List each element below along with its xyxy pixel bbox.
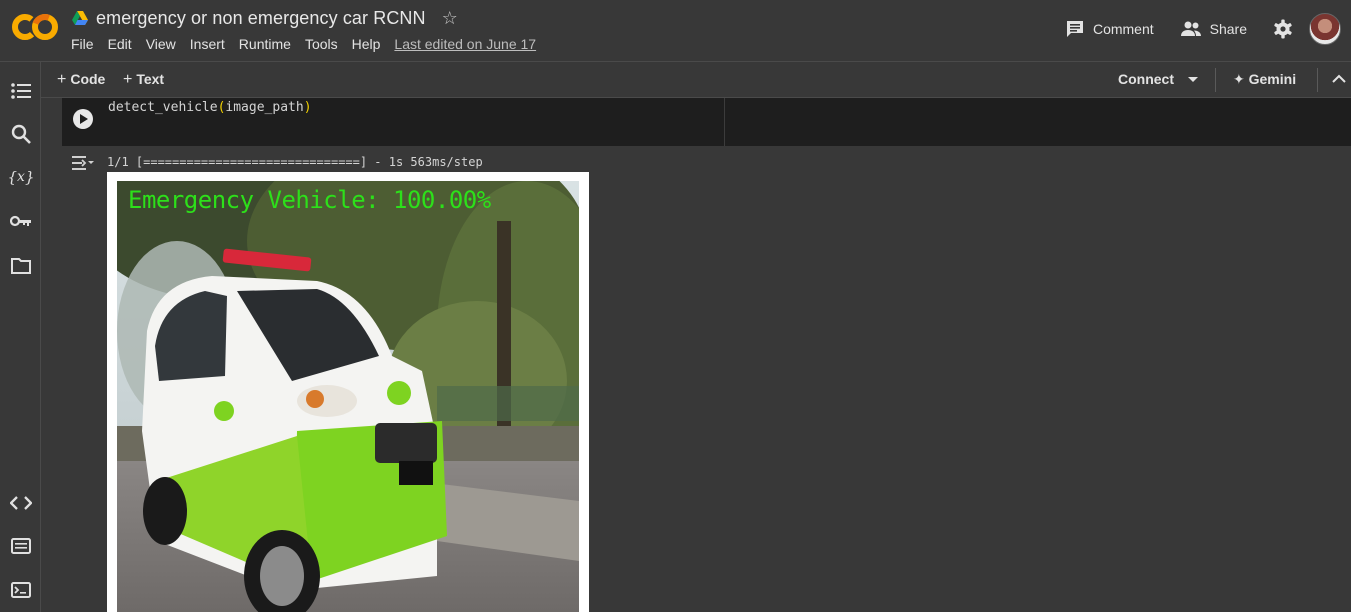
menu-file[interactable]: File <box>71 36 94 52</box>
colab-logo-icon[interactable] <box>12 11 58 43</box>
add-text-button[interactable]: + Text <box>123 71 164 89</box>
toolbar-divider <box>1317 68 1318 92</box>
code-paren-close: ) <box>303 100 312 115</box>
menu-view[interactable]: View <box>146 36 176 52</box>
toolbar-divider <box>1215 68 1216 92</box>
share-button[interactable]: Share <box>1180 20 1247 38</box>
add-code-label: Code <box>70 71 106 87</box>
files-folder-icon[interactable] <box>10 255 32 277</box>
notebook-toolbar: + Code + Text Connect ✦ Gemini <box>41 62 1351 98</box>
add-text-label: Text <box>136 71 165 87</box>
settings-gear-icon[interactable] <box>1273 19 1293 39</box>
menu-runtime[interactable]: Runtime <box>239 36 291 52</box>
chevron-up-icon[interactable] <box>1332 74 1346 83</box>
menu-edit[interactable]: Edit <box>108 36 132 52</box>
search-icon[interactable] <box>10 123 32 145</box>
user-avatar[interactable] <box>1309 13 1341 45</box>
add-code-button[interactable]: + Code <box>57 71 105 89</box>
ambulance-photo <box>117 181 579 612</box>
comment-label: Comment <box>1092 21 1154 37</box>
run-cell-button[interactable] <box>73 109 93 129</box>
star-icon[interactable]: ☆ <box>442 8 458 29</box>
notebook-title[interactable]: emergency or non emergency car RCNN <box>96 8 426 29</box>
menu-tools[interactable]: Tools <box>305 36 338 52</box>
secrets-key-icon[interactable] <box>10 210 32 232</box>
people-icon <box>1180 21 1201 36</box>
table-of-contents-icon[interactable] <box>10 80 32 102</box>
top-header: emergency or non emergency car RCNN ☆ Fi… <box>0 0 1351 62</box>
menu-insert[interactable]: Insert <box>190 36 225 52</box>
gemini-button[interactable]: ✦ Gemini <box>1233 71 1296 88</box>
menu-help[interactable]: Help <box>352 36 381 52</box>
prediction-label: Emergency Vehicle: 100.00% <box>128 186 491 214</box>
plus-icon: + <box>57 71 67 88</box>
code-snippets-icon[interactable] <box>10 492 32 514</box>
command-palette-icon[interactable] <box>10 535 32 557</box>
variables-icon[interactable]: {𝑥} <box>8 166 35 188</box>
comment-icon <box>1066 21 1083 37</box>
plus-icon: + <box>123 71 133 88</box>
gemini-label: Gemini <box>1248 71 1297 87</box>
terminal-icon[interactable] <box>10 579 32 601</box>
share-label: Share <box>1209 21 1247 37</box>
code-editor[interactable]: detect_vehicle(image_path) <box>108 100 312 115</box>
comment-button[interactable]: Comment <box>1065 19 1154 39</box>
cell-divider <box>724 98 725 146</box>
code-cell[interactable]: detect_vehicle(image_path) <box>62 98 1351 146</box>
connect-dropdown-icon[interactable] <box>1188 77 1198 82</box>
code-function: detect_vehicle <box>108 100 218 115</box>
progress-output: 1/1 [==============================] - 1… <box>107 155 483 169</box>
last-edited-link[interactable]: Last edited on June 17 <box>394 36 536 52</box>
code-argument: image_path <box>225 100 304 115</box>
output-image-frame <box>107 172 589 612</box>
left-sidebar: {𝑥} <box>0 62 41 612</box>
google-drive-icon <box>72 11 88 25</box>
output-actions-icon[interactable] <box>72 155 94 171</box>
menu-bar: File Edit View Insert Runtime Tools Help… <box>71 36 550 52</box>
connect-button[interactable]: Connect <box>1118 71 1174 87</box>
sparkle-icon: ✦ <box>1233 71 1249 87</box>
